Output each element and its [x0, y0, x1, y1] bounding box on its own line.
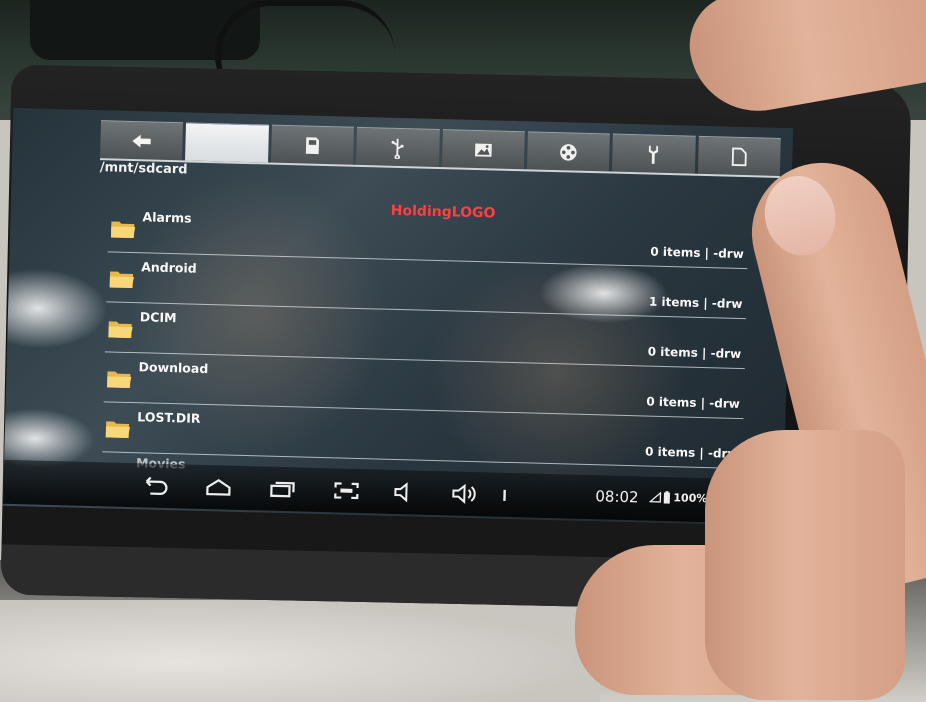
- file-name: DCIM: [139, 309, 177, 326]
- volume-up-icon: [452, 483, 476, 504]
- tools-tab[interactable]: [612, 133, 696, 174]
- file-meta: 1 items | -drw: [648, 294, 743, 312]
- back-button[interactable]: [100, 120, 184, 161]
- file-meta: 0 items | -drw: [646, 394, 741, 411]
- usb-icon: [391, 138, 404, 159]
- images-tab[interactable]: [441, 129, 525, 170]
- folder-icon: [107, 371, 132, 389]
- volume-down-button[interactable]: [387, 480, 422, 505]
- nav-home-button[interactable]: [201, 475, 236, 500]
- signal-icon: [649, 491, 662, 503]
- wrench-icon: [649, 144, 659, 164]
- back-icon: [145, 476, 168, 495]
- back-arrow-icon: [132, 134, 151, 148]
- file-meta: 0 items | -drw: [650, 244, 744, 262]
- screenshot-icon: [334, 482, 359, 500]
- cloth: [0, 600, 600, 702]
- file-name: LOST.DIR: [137, 409, 201, 426]
- file-name: Android: [141, 259, 197, 276]
- sd-card-icon: [305, 136, 319, 154]
- internal-storage-tab[interactable]: [185, 122, 269, 163]
- current-path: /mnt/sdcard: [99, 160, 188, 178]
- image-icon: [474, 143, 492, 157]
- film-reel-icon: [560, 143, 577, 161]
- device-screen: /mnt/sdcard HoldingLOGO Alarms 0 items |…: [2, 107, 794, 527]
- menu-icon: [503, 489, 506, 501]
- status-clock: 08:02: [595, 487, 639, 507]
- file-list: Alarms 0 items | -drw Android 1 items | …: [102, 202, 749, 489]
- nav-screenshot-button[interactable]: [329, 478, 364, 503]
- nav-recent-apps-button[interactable]: [265, 477, 300, 502]
- video-tab[interactable]: [526, 131, 611, 172]
- folder-icon: [105, 421, 131, 438]
- home-icon: [206, 479, 231, 496]
- battery-level: 100%: [673, 491, 708, 506]
- file-name: Alarms: [142, 209, 192, 226]
- file-icon: [731, 147, 747, 166]
- folder-icon: [108, 321, 133, 339]
- sd-card-tab[interactable]: [270, 124, 355, 165]
- folder-icon: [109, 271, 134, 289]
- usb-tab[interactable]: [356, 126, 440, 168]
- screen-glare: [2, 266, 110, 351]
- file-tab[interactable]: [697, 135, 781, 176]
- menu-button[interactable]: [487, 482, 522, 507]
- recent-apps-icon: [270, 481, 295, 498]
- folder-icon: [110, 221, 136, 239]
- battery-icon: [663, 491, 670, 504]
- nav-back-button[interactable]: [137, 473, 172, 498]
- file-name: Download: [138, 359, 209, 377]
- file-meta: 0 items | -drw: [647, 344, 742, 361]
- lower-finger: [705, 430, 905, 700]
- volume-down-icon: [394, 482, 408, 503]
- volume-up-button[interactable]: [447, 481, 482, 506]
